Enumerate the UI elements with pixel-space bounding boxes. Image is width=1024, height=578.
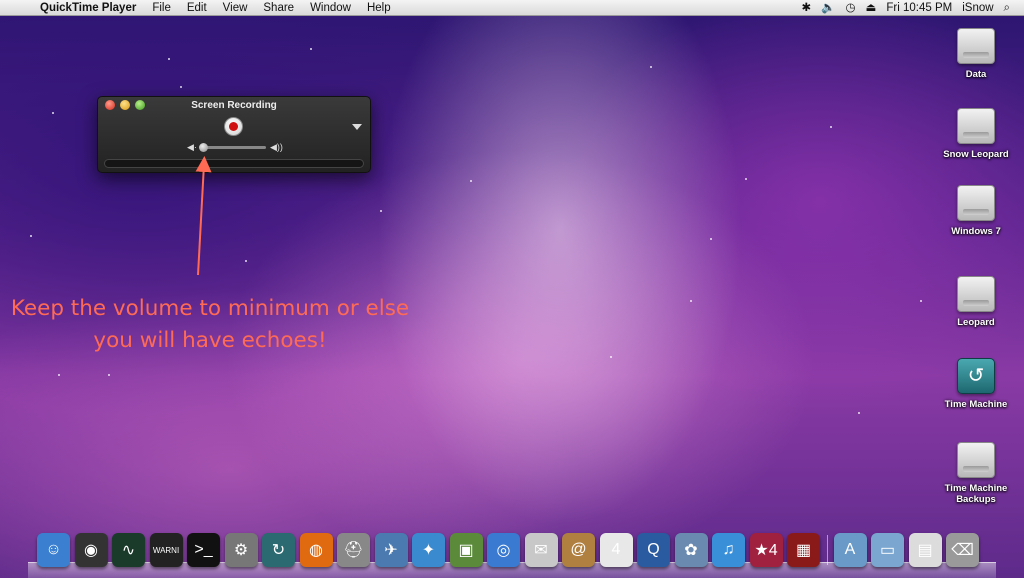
safari-icon[interactable]: ✦ [412,533,445,567]
desktop-icon-label: Data [965,69,987,80]
photo-booth-icon[interactable]: ▦ [787,533,820,567]
time-machine-dock-icon[interactable]: ↻ [262,533,295,567]
ical-icon[interactable]: 4 [599,533,633,567]
photoshop-icon[interactable]: ★4 [749,533,783,567]
console-icon[interactable]: WARNI [149,533,183,567]
address-book-icon[interactable]: @ [562,533,595,567]
desktop-icon-data[interactable]: Data [932,28,1020,80]
mail-icon[interactable]: ✈ [374,533,408,567]
firefox-icon[interactable]: ◍ [299,533,333,567]
iphoto-icon[interactable]: ✿ [674,533,708,567]
desktop-icon-label: Time Machine [944,399,1008,410]
applications-folder-icon[interactable]: A [833,533,867,567]
disk-utility-icon[interactable]: ⛑ [337,533,370,567]
desktop-icon-leopard[interactable]: Leopard [932,276,1020,328]
mail-stamp-icon[interactable]: ✉ [524,533,558,567]
screenshot-icon[interactable]: ▣ [449,533,483,567]
activity-monitor-icon[interactable]: ∿ [112,533,145,567]
desktop-icon-time-machine-backups[interactable]: Time Machine Backups [932,442,1020,505]
desktop-icon-label: Windows 7 [951,226,1001,237]
hard-disk-icon [957,108,995,144]
quicktime-icon[interactable]: Q [637,533,670,567]
desktop-icon-label: Snow Leopard [943,149,1009,160]
desktop-icon-label: Leopard [957,317,995,328]
time-machine-drive-icon: ↺ [957,358,995,394]
system-preferences-icon[interactable]: ⚙ [224,533,258,567]
desktop-icon-label: Time Machine Backups [944,483,1008,505]
ichat-icon[interactable]: ◎ [487,533,520,567]
hard-disk-icon [957,276,995,312]
desktop-icon-snow-leopard[interactable]: Snow Leopard [932,108,1020,160]
dock: ☺ ◉ ∿ WARNI >_ ⚙ ↻ ◍ ⛑ ✈ ✦ ▣ ◎ ✉ @4 Q ✿ ♫ ★4 ▦ A ▭ ▤ ⌫ [37,527,997,567]
dock-separator [826,535,828,565]
desktop-icon-time-machine[interactable]: ↺ Time Machine [932,358,1020,410]
terminal-icon[interactable]: >_ [187,533,220,567]
itunes-icon[interactable]: ♫ [712,533,745,567]
documents-folder-icon[interactable]: ▭ [871,533,904,567]
hard-disk-icon [957,185,995,221]
desktop-icon-windows-7[interactable]: Windows 7 [932,185,1020,237]
finder-icon[interactable]: ☺ [37,533,70,567]
zip-file-icon[interactable]: ▤ [908,533,942,567]
hard-disk-icon [957,442,995,478]
trash-icon[interactable]: ⌫ [946,533,979,567]
annotation-arrow [195,156,212,276]
dashboard-icon[interactable]: ◉ [74,533,108,567]
annotation-text: Keep the volume to minimum or else you w… [10,296,410,353]
hard-disk-icon [957,28,995,64]
